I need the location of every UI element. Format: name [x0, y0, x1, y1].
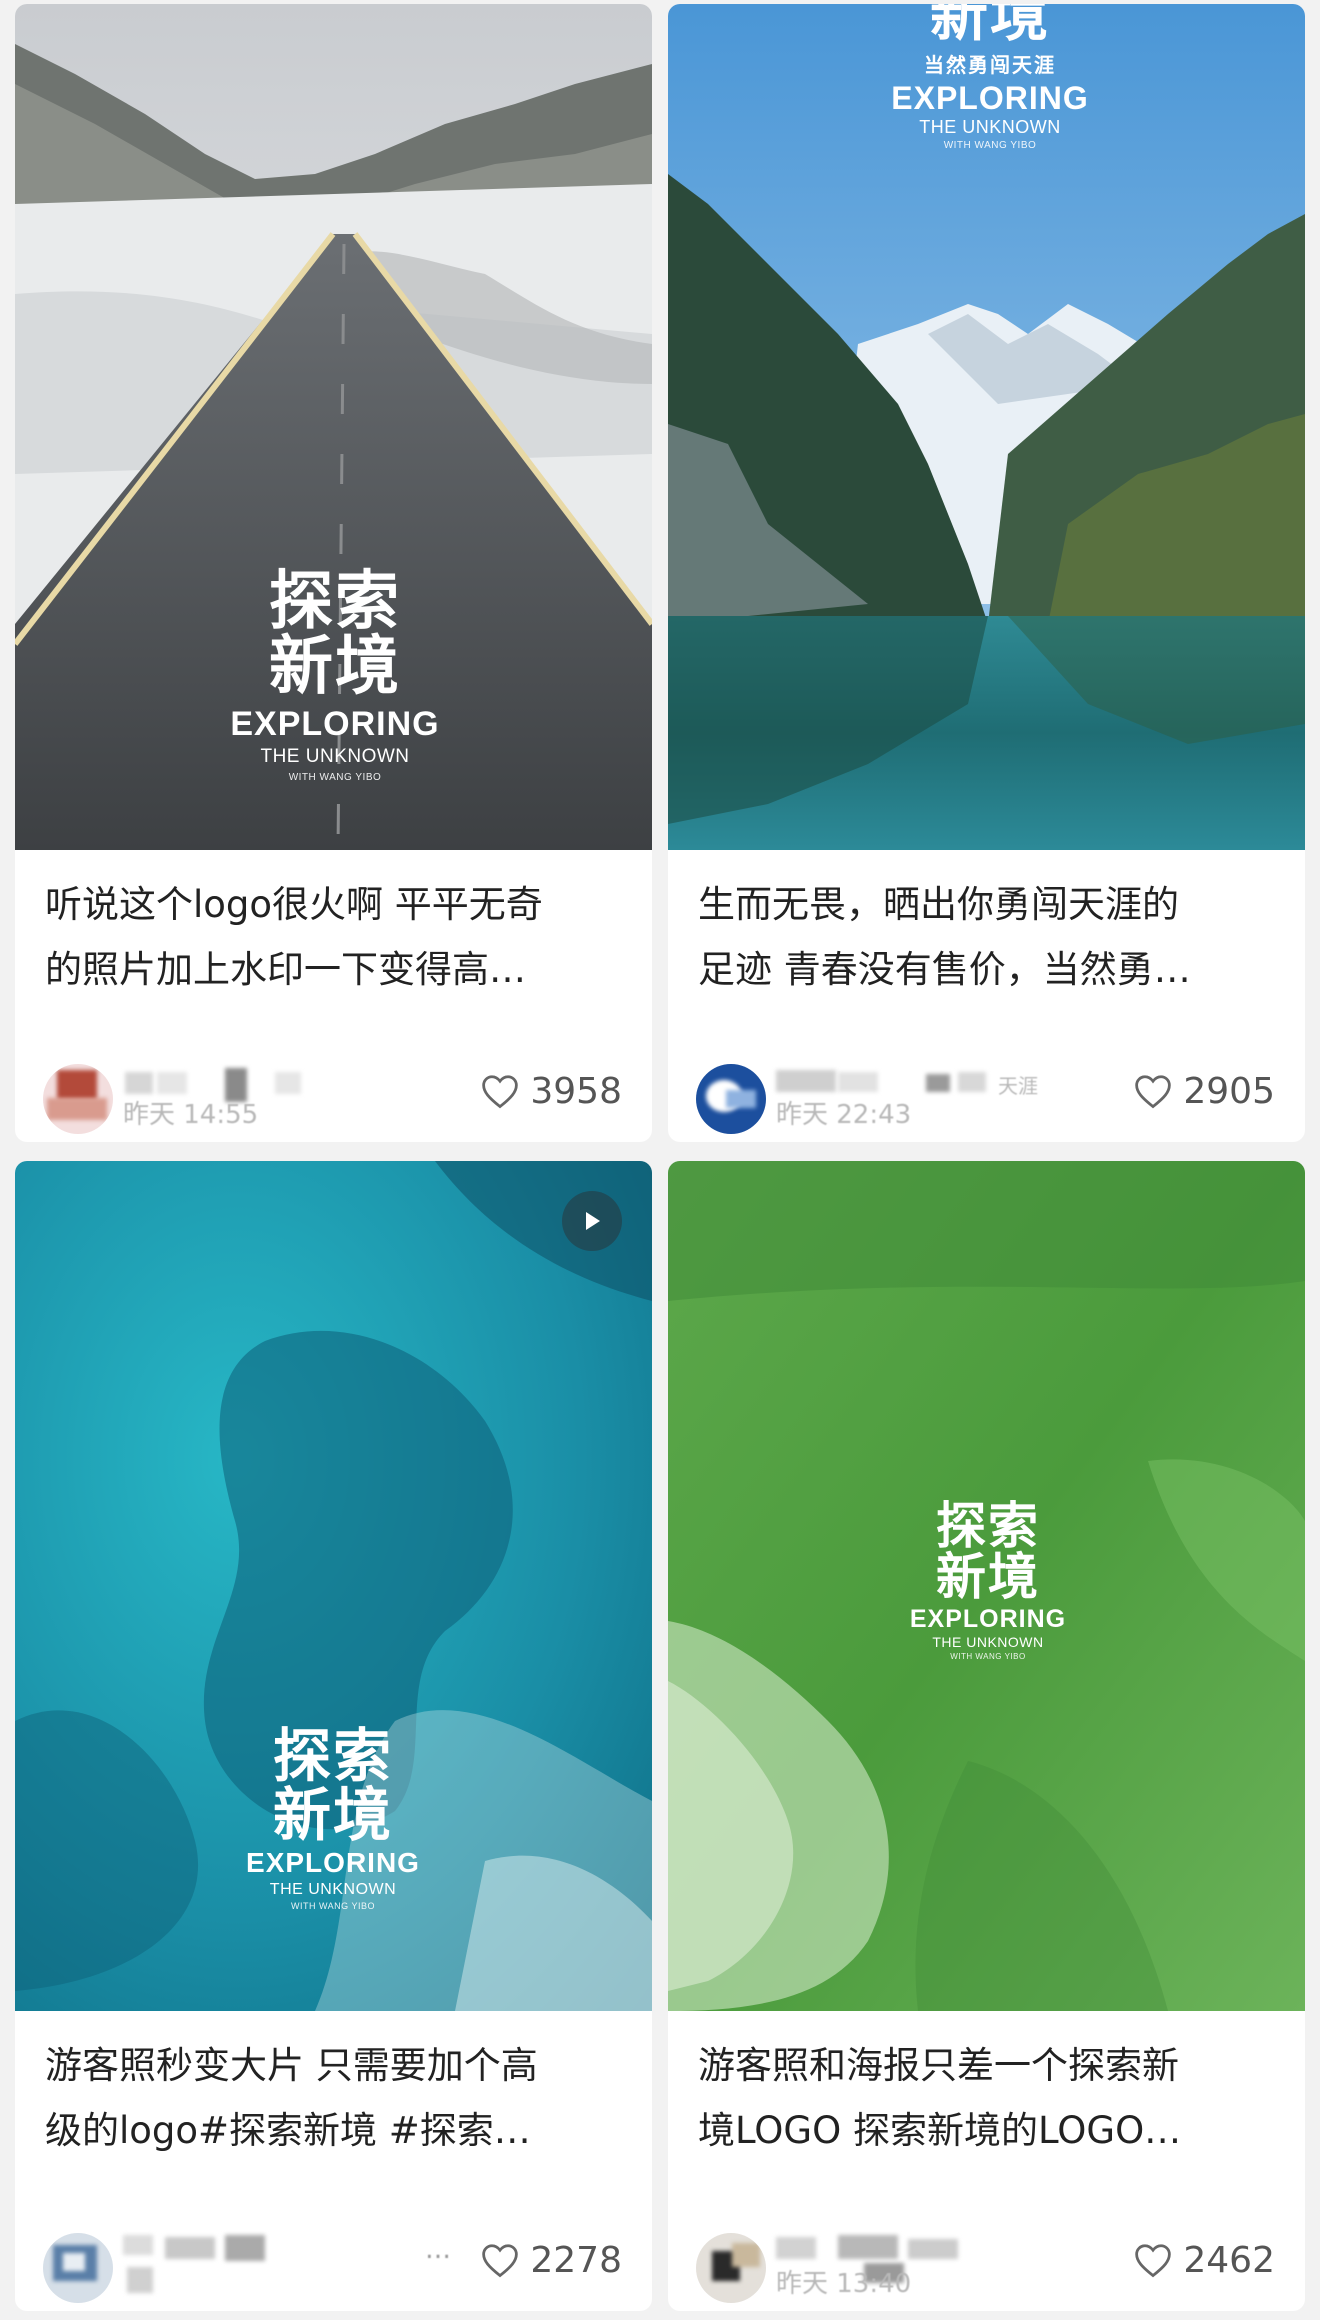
heart-outline-icon — [1135, 2244, 1172, 2278]
note-title[interactable]: 生而无畏，晒出你勇闯天涯的 足迹 青春没有售价，当然勇… — [668, 850, 1305, 1014]
note-title-line2: 级的logo#探索新境 #探索… — [45, 2109, 531, 2152]
watermark-en-unknown: THE UNKNOWN — [260, 745, 410, 767]
post-time: 昨天 13:40 — [776, 2269, 912, 2299]
heart-outline-icon — [1135, 1075, 1172, 1109]
author-avatar[interactable] — [43, 1064, 113, 1134]
like-count: 3958 — [530, 1070, 622, 1112]
exploring-watermark: 探索 新境 EXPLORING THE UNKNOWN WITH WANG YI… — [898, 1497, 1078, 1662]
watermark-cn-line2: 新境 — [272, 1781, 393, 1850]
note-title[interactable]: 听说这个logo很火啊 平平无奇 的照片加上水印一下变得高… — [15, 850, 652, 1014]
like-button[interactable]: 2278 — [480, 2235, 622, 2285]
watermark-cn-line1: 探索 — [272, 1722, 393, 1790]
watermark-en-exploring: EXPLORING — [230, 704, 440, 743]
watermark-cn-line2: 新境 — [269, 630, 401, 705]
watermark-en-with: WITH WANG YIBO — [290, 1901, 375, 1912]
note-card[interactable]: 新境 当然勇闯天涯 EXPLORING THE UNKNOWN WITH WAN… — [668, 4, 1305, 1142]
watermark-cn-line1: 新境 — [929, 4, 1050, 49]
watermark-cn-line2: 新境 — [936, 1548, 1040, 1606]
exploring-watermark: 探索 新境 EXPLORING THE UNKNOWN WITH WANG YI… — [233, 1722, 433, 1912]
note-card[interactable]: 探索 新境 EXPLORING THE UNKNOWN WITH WANG YI… — [15, 4, 652, 1142]
watermark-en-with: WITH WANG YIBO — [950, 1652, 1026, 1661]
heart-outline-icon — [482, 1075, 519, 1109]
note-title-line2: 足迹 青春没有售价，当然勇… — [698, 948, 1191, 991]
like-count: 2462 — [1183, 2239, 1275, 2281]
like-count: 2278 — [530, 2239, 622, 2281]
note-footer: 昨天 13:40 2462 — [668, 2211, 1305, 2311]
watermark-cn-line1: 探索 — [269, 565, 401, 639]
post-time: 昨天 14:55 — [123, 1100, 259, 1130]
note-title-line1: 生而无畏，晒出你勇闯天涯的 — [698, 883, 1179, 926]
play-icon — [586, 1212, 600, 1230]
watermark-cn-sub: 当然勇闯天涯 — [924, 53, 1056, 78]
note-title[interactable]: 游客照和海报只差一个探索新 境LOGO 探索新境的LOGO… — [668, 2011, 1305, 2175]
note-card[interactable]: 探索 新境 EXPLORING THE UNKNOWN WITH WANG YI… — [668, 1161, 1305, 2311]
like-button[interactable]: 2905 — [1133, 1066, 1275, 1116]
note-footer: … 2278 — [15, 2211, 652, 2311]
note-title-line1: 游客照秒变大片 只需要加个高 — [45, 2044, 538, 2087]
video-indicator — [562, 1191, 622, 1251]
watermark-en-exploring: EXPLORING — [909, 1605, 1067, 1633]
like-count: 2905 — [1183, 1070, 1275, 1112]
watermark-en-with: WITH WANG YIBO — [288, 771, 382, 783]
note-cover-image[interactable]: 探索 新境 EXPLORING THE UNKNOWN WITH WANG YI… — [668, 1161, 1305, 2011]
watermark-en-unknown: THE UNKNOWN — [919, 117, 1061, 138]
author-name-suffix: 天涯 — [998, 1074, 1038, 1098]
watermark-en-exploring: EXPLORING — [891, 80, 1089, 117]
note-title[interactable]: 游客照秒变大片 只需要加个高 级的logo#探索新境 #探索… — [15, 2011, 652, 2175]
note-cover-image[interactable]: 新境 当然勇闯天涯 EXPLORING THE UNKNOWN WITH WAN… — [668, 4, 1305, 850]
note-title-line2: 境LOGO 探索新境的LOGO… — [698, 2109, 1182, 2152]
note-footer: 天涯 昨天 22:43 2905 — [668, 1042, 1305, 1142]
author-avatar[interactable] — [696, 2233, 766, 2303]
exploring-watermark: 新境 当然勇闯天涯 EXPLORING THE UNKNOWN WITH WAN… — [880, 4, 1100, 151]
heart-outline-icon — [482, 2244, 519, 2278]
note-title-line1: 游客照和海报只差一个探索新 — [698, 2044, 1179, 2087]
note-cover-image[interactable]: 探索 新境 EXPLORING THE UNKNOWN WITH WANG YI… — [15, 4, 652, 850]
watermark-en-with: WITH WANG YIBO — [943, 140, 1037, 152]
watermark-en-unknown: THE UNKNOWN — [932, 1634, 1044, 1650]
like-button[interactable]: 3958 — [480, 1066, 622, 1116]
author-avatar[interactable] — [696, 1064, 766, 1134]
note-cover-image[interactable]: 探索 新境 EXPLORING THE UNKNOWN WITH WANG YI… — [15, 1161, 652, 2011]
note-footer: 昨天 14:55 3958 — [15, 1042, 652, 1142]
notes-feed-grid: 探索 新境 EXPLORING THE UNKNOWN WITH WANG YI… — [0, 0, 1320, 2320]
note-title-line2: 的照片加上水印一下变得高… — [45, 948, 526, 991]
watermark-en-exploring: EXPLORING — [246, 1847, 420, 1879]
watermark-en-unknown: THE UNKNOWN — [269, 1881, 397, 1899]
exploring-watermark: 探索 新境 EXPLORING THE UNKNOWN WITH WANG YI… — [215, 565, 455, 783]
author-name-suffix: … — [425, 2235, 451, 2265]
post-time: 昨天 22:43 — [776, 1100, 912, 1130]
note-title-line1: 听说这个logo很火啊 平平无奇 — [45, 883, 543, 926]
watermark-cn-line1: 探索 — [936, 1497, 1040, 1555]
note-card[interactable]: 探索 新境 EXPLORING THE UNKNOWN WITH WANG YI… — [15, 1161, 652, 2311]
like-button[interactable]: 2462 — [1133, 2235, 1275, 2285]
author-avatar[interactable] — [43, 2233, 113, 2303]
